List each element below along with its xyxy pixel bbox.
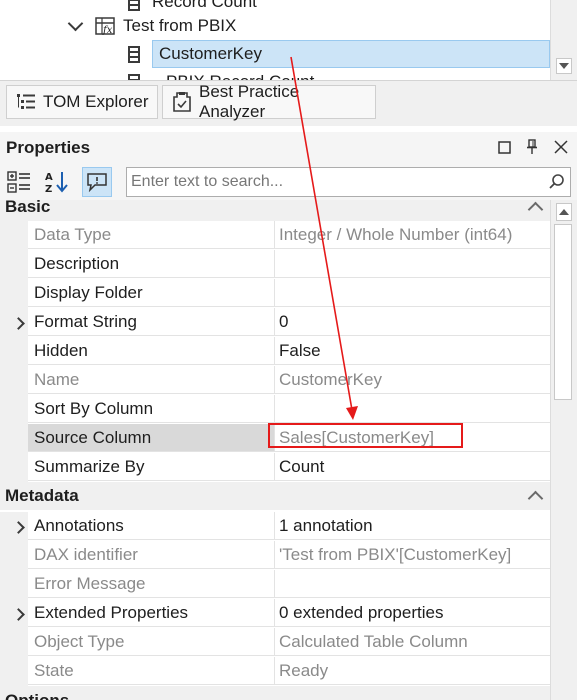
property-value[interactable] (275, 395, 550, 423)
property-row-display-folder[interactable]: Display Folder (0, 279, 550, 308)
property-name: Extended Properties (28, 599, 275, 627)
chevron-up-icon (559, 209, 569, 215)
property-row-sort-by-column[interactable]: Sort By Column (0, 395, 550, 424)
annotation-highlight-box (268, 423, 463, 448)
expand-chevron-icon[interactable] (12, 608, 25, 621)
panel-title: Properties (6, 138, 91, 157)
property-name: Summarize By (28, 453, 275, 481)
chevron-down-icon (559, 63, 569, 69)
svg-text:A: A (45, 172, 53, 183)
svg-text:Z: Z (45, 184, 52, 194)
collapse-chevron-icon[interactable] (527, 490, 544, 507)
column-icon (128, 0, 140, 11)
scroll-up-button[interactable] (556, 203, 572, 221)
tree-item-label: Record Count (152, 0, 257, 11)
column-icon (128, 45, 140, 63)
tree-item-label: Test from PBIX (123, 16, 237, 35)
category-label: Metadata (5, 486, 79, 505)
chevron-down-icon[interactable] (67, 15, 84, 32)
property-row-description[interactable]: Description (0, 250, 550, 279)
expand-chevron-icon[interactable] (12, 521, 25, 534)
property-name: Sort By Column (28, 395, 275, 423)
comment-icon (87, 173, 107, 192)
tab-label: TOM Explorer (43, 92, 149, 111)
search-input[interactable] (131, 170, 531, 194)
property-row-name[interactable]: Name CustomerKey (0, 366, 550, 395)
svg-text:fx: fx (102, 25, 113, 35)
maximize-button[interactable] (496, 139, 512, 155)
tree-item-label[interactable]: CustomerKey (152, 40, 550, 68)
property-name: Error Message (28, 570, 275, 598)
collapse-chevron-icon[interactable] (527, 201, 544, 218)
property-value[interactable] (275, 279, 550, 307)
property-row-extended-properties[interactable]: Extended Properties 0 extended propertie… (0, 599, 550, 628)
scrollbar-thumb[interactable] (554, 224, 572, 400)
tab-tom-explorer[interactable]: TOM Explorer (6, 85, 158, 119)
category-basic[interactable]: Basic (0, 200, 550, 221)
property-row-annotations[interactable]: Annotations 1 annotation (0, 512, 550, 541)
categorized-button[interactable] (4, 167, 34, 197)
property-value[interactable]: 1 annotation (275, 512, 550, 540)
tab-label: Best Practice Analyzer (199, 82, 300, 121)
property-value[interactable] (275, 250, 550, 278)
property-value[interactable]: 0 extended properties (275, 599, 550, 627)
property-row-summarize-by[interactable]: Summarize By Count (0, 453, 550, 482)
property-row-error-message[interactable]: Error Message (0, 570, 550, 599)
tree-item-pbix-record-count[interactable]: PBIX Record Count (128, 68, 314, 80)
property-row-hidden[interactable]: Hidden False (0, 337, 550, 366)
alphabetical-button[interactable]: A Z (42, 167, 72, 197)
pin-button[interactable] (524, 139, 540, 155)
property-name: Annotations (28, 512, 275, 540)
property-row-format-string[interactable]: Format String 0 (0, 308, 550, 337)
property-name: Display Folder (28, 279, 275, 307)
property-value[interactable]: Count (275, 453, 550, 481)
property-name: DAX identifier (28, 541, 275, 569)
categorized-icon (7, 171, 30, 193)
property-row-data-type[interactable]: Data Type Integer / Whole Number (int64) (0, 221, 550, 250)
maximize-icon (497, 140, 511, 154)
close-button[interactable] (553, 139, 569, 155)
property-name: Source Column (28, 424, 275, 452)
property-grid: Basic Data Type Integer / Whole Number (… (0, 200, 550, 700)
category-options[interactable]: Options (0, 686, 550, 700)
expand-chevron-icon[interactable] (12, 317, 25, 330)
close-icon (554, 140, 568, 154)
tree-item-table[interactable]: fx Test from PBIX (67, 12, 237, 40)
property-name: Data Type (28, 221, 275, 249)
property-name: Hidden (28, 337, 275, 365)
category-metadata[interactable]: Metadata (0, 482, 550, 510)
tom-tree: Record Count fx Test from PBIX CustomerK… (0, 0, 577, 80)
property-value[interactable]: False (275, 337, 550, 365)
category-label: Basic (5, 200, 51, 216)
property-value: Integer / Whole Number (int64) (275, 221, 550, 249)
property-value[interactable]: 0 (275, 308, 550, 336)
property-value (275, 570, 550, 598)
property-name: State (28, 657, 275, 685)
category-label: Options (5, 691, 69, 700)
property-name: Object Type (28, 628, 275, 656)
property-row-state[interactable]: State Ready (0, 657, 550, 686)
property-value: 'Test from PBIX'[CustomerKey] (275, 541, 550, 569)
calculated-table-icon: fx (95, 17, 115, 36)
search-icon[interactable] (548, 173, 566, 191)
property-name: Format String (28, 308, 275, 336)
analyzer-icon (171, 91, 193, 113)
property-value: Ready (275, 657, 550, 685)
property-value: Calculated Table Column (275, 628, 550, 656)
property-row-object-type[interactable]: Object Type Calculated Table Column (0, 628, 550, 657)
property-row-dax-identifier[interactable]: DAX identifier 'Test from PBIX'[Customer… (0, 541, 550, 570)
description-toggle-button[interactable] (82, 167, 112, 197)
property-name: Name (28, 366, 275, 394)
tab-strip: TOM Explorer Best Practice Analyzer (0, 80, 577, 126)
pin-icon (527, 139, 537, 154)
tree-item-label: PBIX Record Count (166, 72, 314, 80)
scroll-down-button[interactable] (556, 58, 572, 74)
tree-list-icon (15, 92, 37, 112)
sort-alphabetical-icon: A Z (45, 172, 68, 194)
tree-item-customerkey[interactable]: CustomerKey (128, 40, 550, 68)
tab-best-practice-analyzer[interactable]: Best Practice Analyzer (162, 82, 376, 121)
search-box[interactable] (126, 167, 571, 197)
property-value: CustomerKey (275, 366, 550, 394)
property-name: Description (28, 250, 275, 278)
